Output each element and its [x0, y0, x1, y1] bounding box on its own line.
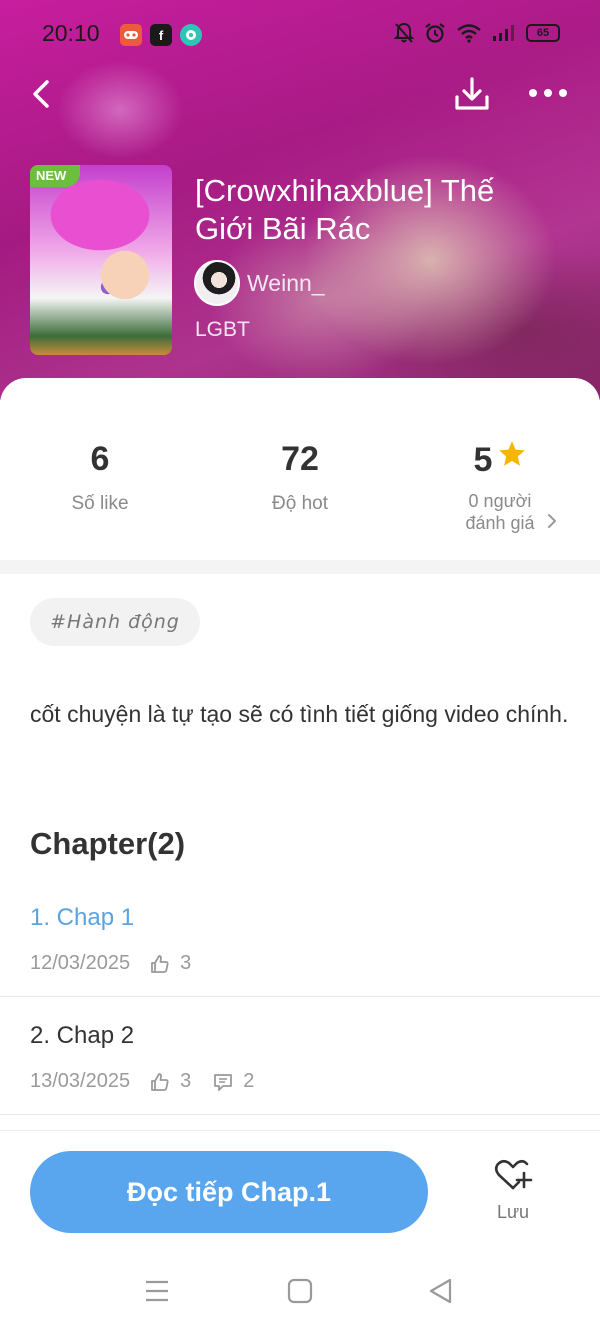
chapter-comments: 2 — [243, 1070, 255, 1092]
chevron-left-icon — [33, 80, 49, 108]
chapter-date: 13/03/2025 — [30, 1070, 131, 1092]
hot-value: 72 — [281, 440, 319, 478]
chapter-meta: 12/03/2025 3 — [30, 952, 213, 975]
chapter-title: 1. Chap 1 — [30, 904, 135, 931]
rating-label-line2: đánh giá — [465, 513, 535, 533]
author-name[interactable]: Weinn_ — [247, 270, 325, 297]
story-description: cốt chuyện là tự tạo sẽ có tình tiết giố… — [30, 701, 569, 727]
rating-value-row: 5 — [400, 440, 600, 480]
star-icon — [499, 441, 526, 466]
chapter-item[interactable]: 2. Chap 2 13/03/2025 3 2 — [0, 998, 600, 1115]
likes-label: Số like — [71, 493, 129, 514]
bottom-action-bar: Đọc tiếp Chap.1 Lưu — [0, 1130, 600, 1250]
rating-stat[interactable]: 5 0 người đánh giá — [400, 440, 600, 534]
facebook-icon: f — [150, 24, 172, 46]
section-divider — [0, 560, 600, 574]
chapter-item[interactable]: 1. Chap 1 12/03/2025 3 — [0, 880, 600, 997]
row-divider — [0, 1114, 600, 1115]
more-dots-icon — [529, 89, 567, 97]
chapter-meta: 13/03/2025 3 2 — [30, 1070, 276, 1093]
new-badge: NEW — [30, 165, 80, 187]
home-nav-icon[interactable] — [287, 1278, 313, 1304]
download-icon — [455, 77, 489, 110]
story-title: [Crowxhihaxblue] Thế Giới Bãi Rác — [195, 173, 495, 246]
more-options-button[interactable] — [526, 78, 570, 108]
rating-label-line1: 0 người — [468, 491, 532, 511]
hot-stat: 72 Độ hot — [200, 440, 400, 515]
status-app-icons: f — [120, 24, 202, 46]
thumbs-up-icon — [151, 1072, 169, 1091]
hot-label: Độ hot — [272, 493, 328, 514]
chapter-date: 12/03/2025 — [30, 952, 131, 974]
system-nav-bar — [0, 1250, 600, 1333]
chapter-likes: 3 — [180, 1070, 192, 1092]
heart-plus-icon — [494, 1159, 533, 1190]
signal-icon — [493, 25, 514, 41]
back-button[interactable] — [24, 76, 60, 112]
chevron-right-icon — [548, 514, 556, 528]
genre-label[interactable]: LGBT — [195, 318, 250, 342]
save-button[interactable]: Lưu — [470, 1157, 556, 1237]
cover-image — [30, 165, 172, 355]
game-app-icon — [120, 24, 142, 46]
menu-nav-icon[interactable] — [144, 1278, 170, 1304]
author-avatar[interactable] — [194, 260, 240, 306]
comment-icon — [214, 1073, 233, 1091]
stats-row: 6 Số like 72 Độ hot 5 0 người đánh giá — [0, 440, 600, 550]
rating-label: 0 người đánh giá — [400, 490, 600, 534]
rating-value: 5 — [473, 441, 493, 479]
battery-icon: 65 — [526, 24, 560, 42]
status-time: 20:10 — [42, 20, 100, 46]
likes-value: 6 — [90, 440, 110, 478]
save-label: Lưu — [496, 1202, 530, 1222]
back-nav-icon[interactable] — [428, 1278, 454, 1304]
chapter-likes: 3 — [180, 952, 192, 974]
download-button[interactable] — [452, 74, 492, 114]
wifi-icon — [457, 24, 481, 43]
thumbs-up-icon — [151, 954, 169, 973]
alarm-icon — [425, 23, 445, 43]
status-bar: 20:10 f 65 — [0, 0, 600, 70]
chapter-title: 2. Chap 2 — [30, 1022, 135, 1049]
genre-tag[interactable]: #Hành động — [30, 598, 200, 646]
row-divider — [0, 996, 600, 997]
likes-stat: 6 Số like — [0, 440, 200, 515]
status-indicators: 65 — [394, 22, 560, 44]
continue-reading-button[interactable]: Đọc tiếp Chap.1 — [30, 1151, 428, 1233]
mute-bell-icon — [394, 22, 414, 43]
top-toolbar — [0, 70, 600, 120]
chapters-heading: Chapter(2) — [30, 826, 186, 861]
messenger-app-icon — [180, 24, 202, 46]
